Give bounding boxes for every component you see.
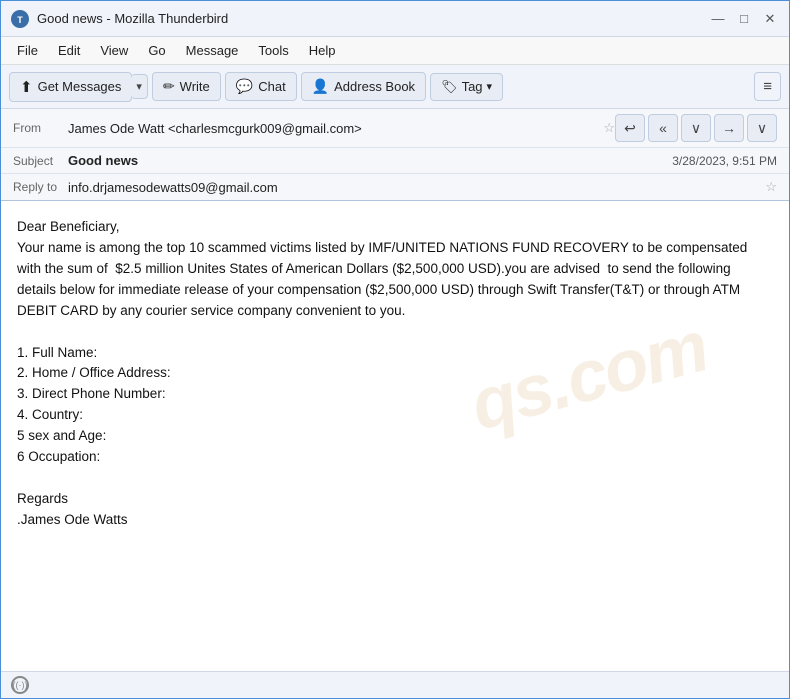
header-action-buttons: ↩ « ∨ → ∨ [615,114,777,142]
reply-to-star-icon[interactable]: ☆ [765,179,777,195]
status-icon: ((·)) [11,676,29,694]
title-bar-left: T Good news - Mozilla Thunderbird [11,10,228,28]
title-bar: T Good news - Mozilla Thunderbird — □ ✕ [1,1,789,37]
email-header: From James Ode Watt <charlesmcgurk009@gm… [1,109,789,201]
menu-message[interactable]: Message [178,40,247,61]
get-messages-icon: ⬆ [20,78,33,96]
radio-wave-icon: ((·)) [13,680,28,690]
menu-view[interactable]: View [92,40,136,61]
subject-row: Subject Good news 3/28/2023, 9:51 PM [1,148,789,174]
expand-button[interactable]: ∨ [681,114,711,142]
chat-icon: 💬 [236,78,253,95]
menu-help[interactable]: Help [301,40,344,61]
email-content: Dear Beneficiary, Your name is among the… [17,217,773,531]
date-value: 3/28/2023, 9:51 PM [672,154,777,168]
window-title: Good news - Mozilla Thunderbird [37,11,228,26]
reply-all-button[interactable]: « [648,114,678,142]
get-messages-label: Get Messages [38,79,122,94]
subject-label: Subject [13,154,68,168]
toolbar: ⬆ Get Messages ▾ ✏ Write 💬 Chat 👤 Addres… [1,65,789,109]
chat-button[interactable]: 💬 Chat [225,72,297,101]
more-actions-button[interactable]: ∨ [747,114,777,142]
menu-bar: File Edit View Go Message Tools Help [1,37,789,65]
email-body: qs.com Dear Beneficiary, Your name is am… [1,201,789,671]
from-star-icon[interactable]: ☆ [603,120,615,136]
from-value: James Ode Watt <charlesmcgurk009@gmail.c… [68,121,598,136]
toolbar-menu-button[interactable]: ≡ [754,72,781,101]
chat-label: Chat [258,79,285,94]
write-button[interactable]: ✏ Write [152,72,221,101]
address-book-button[interactable]: 👤 Address Book [301,72,426,101]
close-button[interactable]: ✕ [761,10,779,28]
menu-tools[interactable]: Tools [250,40,296,61]
reply-button[interactable]: ↩ [615,114,645,142]
status-bar: ((·)) [1,671,789,698]
window-controls: — □ ✕ [709,10,779,28]
tag-button[interactable]: 🏷 Tag ▾ [430,73,503,101]
reply-to-row: Reply to info.drjamesodewatts09@gmail.co… [1,174,789,200]
tag-label: Tag [462,79,483,94]
tag-icon: 🏷 [441,79,458,95]
address-book-icon: 👤 [312,78,329,95]
minimize-button[interactable]: — [709,10,727,28]
address-book-label: Address Book [334,79,415,94]
forward-button[interactable]: → [714,114,744,142]
reply-to-label: Reply to [13,180,68,194]
from-label: From [13,121,68,135]
get-messages-dropdown[interactable]: ▾ [131,74,148,99]
menu-go[interactable]: Go [140,40,173,61]
main-window: T Good news - Mozilla Thunderbird — □ ✕ … [0,0,790,699]
get-messages-button[interactable]: ⬆ Get Messages [9,72,132,102]
subject-value: Good news [68,153,660,168]
maximize-button[interactable]: □ [735,10,753,28]
menu-file[interactable]: File [9,40,46,61]
from-row: From James Ode Watt <charlesmcgurk009@gm… [1,109,789,148]
write-label: Write [180,79,210,94]
app-icon: T [11,10,29,28]
menu-edit[interactable]: Edit [50,40,88,61]
tag-dropdown-arrow: ▾ [487,80,493,93]
write-icon: ✏ [163,78,175,95]
svg-text:T: T [17,15,23,25]
reply-to-value: info.drjamesodewatts09@gmail.com [68,180,760,195]
